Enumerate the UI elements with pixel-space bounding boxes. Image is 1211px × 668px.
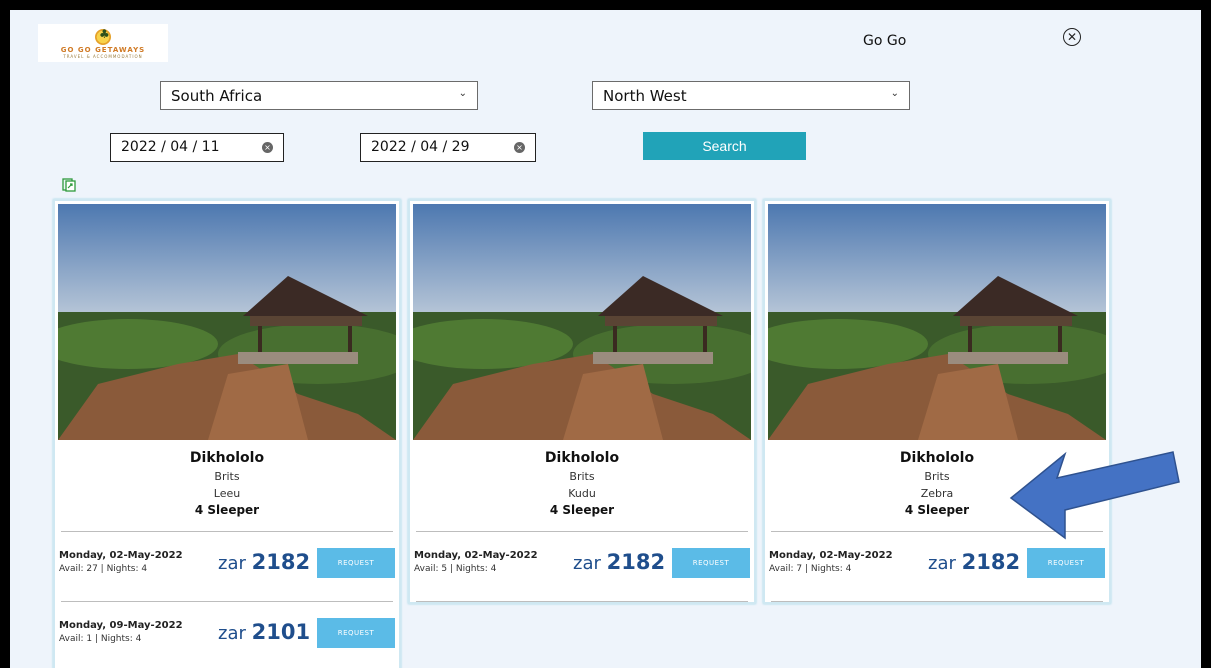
country-select-value: South Africa xyxy=(171,86,263,105)
property-photo xyxy=(413,204,751,440)
property-name: Dikhololo xyxy=(544,450,620,466)
date-from-value: 2022 / 04 / 11 xyxy=(121,139,220,155)
clear-icon[interactable]: × xyxy=(514,142,525,153)
date-to-input[interactable]: 2022 / 04 / 29 × xyxy=(360,133,536,162)
chevron-down-icon: ⌄ xyxy=(890,88,899,99)
arrival-date: Monday, 02-May-2022 xyxy=(59,550,183,561)
currency: zar xyxy=(573,553,601,574)
property-name: Dikhololo xyxy=(189,450,265,466)
sleeper-count: 4 Sleeper xyxy=(549,503,615,517)
property-town: Brits xyxy=(569,470,595,483)
date-from-input[interactable]: 2022 / 04 / 11 × xyxy=(110,133,284,162)
province-select-value: North West xyxy=(603,86,687,105)
price-value: 2182 xyxy=(961,550,1021,574)
price-value: 2101 xyxy=(251,620,311,644)
availability-text: Avail: 7 | Nights: 4 xyxy=(769,564,852,574)
logo-icon: ♣ xyxy=(90,28,116,45)
logo: ♣ GO GO GETAWAYS TRAVEL & ACCOMMODATION xyxy=(38,24,168,62)
currency: zar xyxy=(218,623,246,644)
date-to-value: 2022 / 04 / 29 xyxy=(371,139,470,155)
availability-text: Avail: 1 | Nights: 4 xyxy=(59,634,142,644)
export-icon[interactable] xyxy=(62,178,76,192)
currency: zar xyxy=(218,553,246,574)
price: zar 2182 xyxy=(928,550,1020,574)
price-value: 2182 xyxy=(606,550,666,574)
divider xyxy=(771,601,1103,602)
availability-row: Monday, 02-May-2022 Avail: 27 | Nights: … xyxy=(55,532,399,602)
request-button[interactable]: REQUEST xyxy=(317,548,395,578)
close-icon[interactable]: ✕ xyxy=(1063,28,1081,46)
divider xyxy=(416,601,748,602)
request-button[interactable]: REQUEST xyxy=(672,548,750,578)
listing-card: Dikhololo Brits Kudu 4 Sleeper Monday, 0… xyxy=(408,199,756,604)
price-value: 2182 xyxy=(251,550,311,574)
availability-row: Monday, 09-May-2022 Avail: 1 | Nights: 4… xyxy=(55,602,399,668)
property-photo xyxy=(58,204,396,440)
country-select[interactable]: South Africa ⌄ xyxy=(160,81,478,110)
price: zar 2182 xyxy=(573,550,665,574)
unit-name: Kudu xyxy=(568,487,596,500)
request-button[interactable]: REQUEST xyxy=(1027,548,1105,578)
unit-name: Leeu xyxy=(213,487,241,500)
price: zar 2182 xyxy=(218,550,310,574)
availability-row: Monday, 02-May-2022 Avail: 5 | Nights: 4… xyxy=(410,532,754,602)
arrival-date: Monday, 09-May-2022 xyxy=(59,620,183,631)
price: zar 2101 xyxy=(218,620,310,644)
clear-icon[interactable]: × xyxy=(262,142,273,153)
request-button[interactable]: REQUEST xyxy=(317,618,395,648)
logo-subtext: TRAVEL & ACCOMMODATION xyxy=(63,53,143,59)
arrival-date: Monday, 02-May-2022 xyxy=(414,550,538,561)
arrow-icon xyxy=(1009,451,1180,540)
search-button[interactable]: Search xyxy=(643,132,806,160)
listing-card: Dikhololo Brits Leeu 4 Sleeper Monday, 0… xyxy=(53,199,401,668)
province-select[interactable]: North West ⌄ xyxy=(592,81,910,110)
app-window: ♣ GO GO GETAWAYS TRAVEL & ACCOMMODATION … xyxy=(0,0,1211,668)
property-town: Brits xyxy=(214,470,240,483)
app-title: Go Go xyxy=(863,33,907,49)
currency: zar xyxy=(928,553,956,574)
chevron-down-icon: ⌄ xyxy=(458,88,467,99)
logo-text: GO GO GETAWAYS xyxy=(60,45,146,54)
arrival-date: Monday, 02-May-2022 xyxy=(769,550,893,561)
property-photo xyxy=(768,204,1106,440)
sleeper-count: 4 Sleeper xyxy=(194,503,260,517)
availability-text: Avail: 27 | Nights: 4 xyxy=(59,564,148,574)
availability-text: Avail: 5 | Nights: 4 xyxy=(414,564,497,574)
